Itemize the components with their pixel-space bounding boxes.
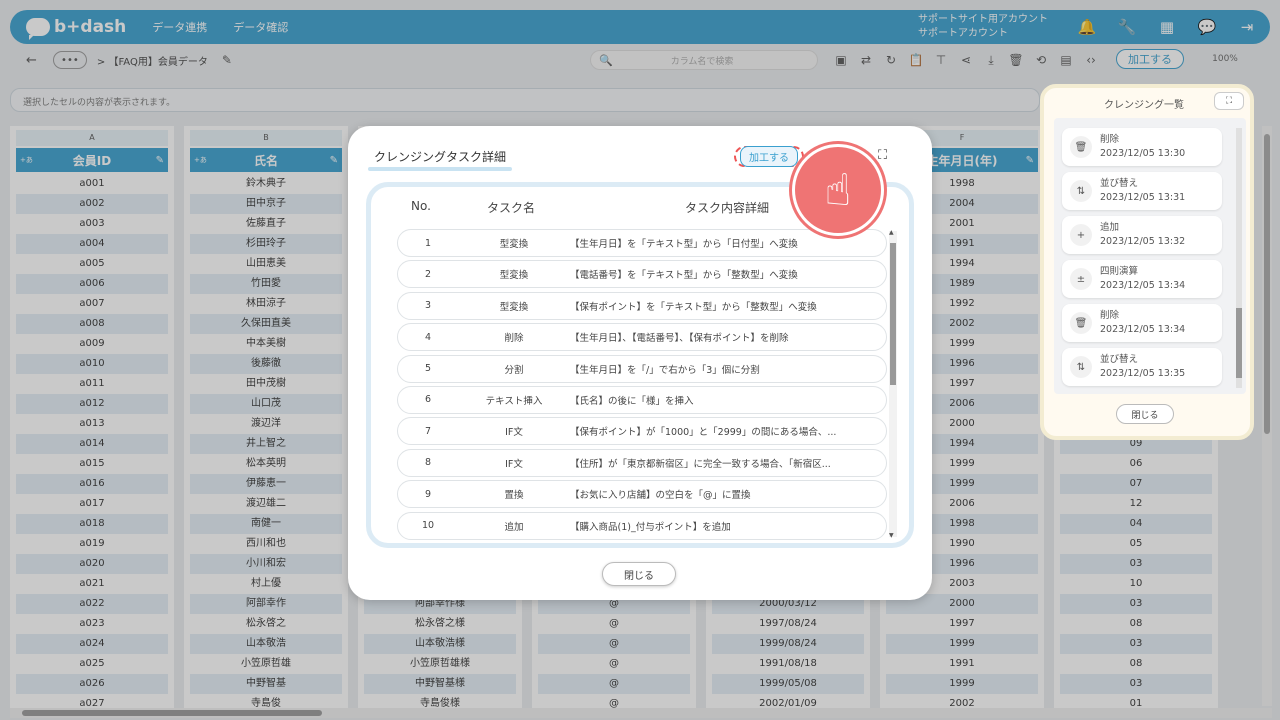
close-button[interactable]: 閉じる xyxy=(602,562,676,586)
task-no: 10 xyxy=(421,520,435,532)
task-detail: 【購入商品(1)_付与ポイント】を追加 xyxy=(570,521,731,533)
task-detail: 【お気に入り店舗】の空白を「@」に置換 xyxy=(570,490,751,502)
cleansing-name: 並び替え xyxy=(1100,178,1139,189)
task-detail: 【生年月日】、【電話番号】、【保有ポイント】を削除 xyxy=(570,333,789,345)
modal-process-label: 加工する xyxy=(740,146,798,167)
cleansing-time: 2023/12/05 13:30 xyxy=(1100,148,1186,159)
modal-title: クレンジングタスク詳細 xyxy=(367,150,513,171)
task-no: 4 xyxy=(424,331,432,343)
task-detail: 【氏名】の後に「様」を挿入 xyxy=(570,395,694,407)
task-no: 7 xyxy=(424,425,432,437)
task-detail: 【保有ポイント】が「1000」と「2999」の間にある場合、... xyxy=(570,427,837,439)
cleansing-name: 追加 xyxy=(1100,222,1120,233)
cleansing-card[interactable]: ⇅ 並び替え 2023/12/05 13:35 xyxy=(1062,348,1222,386)
header-task-detail: タスク内容詳細 xyxy=(685,201,770,215)
task-row[interactable]: 1 型変換 【生年月日】を「テキスト型」から「日付型」へ変換 xyxy=(397,229,887,257)
task-row[interactable]: 10 追加 【購入商品(1)_付与ポイント】を追加 xyxy=(397,511,887,540)
plus-icon: + xyxy=(1070,224,1092,246)
expand-icon[interactable]: ⛶ xyxy=(878,148,887,163)
task-name: IF文 xyxy=(505,458,523,470)
sort-icon: ⇅ xyxy=(1070,180,1092,202)
cleansing-time: 2023/12/05 13:34 xyxy=(1100,280,1186,291)
task-no: 2 xyxy=(424,268,432,280)
task-scrollbar[interactable]: ▲ ▼ xyxy=(889,229,897,539)
scroll-thumb[interactable] xyxy=(1236,308,1242,378)
task-detail: 【保有ポイント】を「テキスト型」から「整数型」へ変換 xyxy=(570,301,817,313)
task-name: 追加 xyxy=(504,521,524,533)
cleansing-time: 2023/12/05 13:35 xyxy=(1100,368,1186,379)
arithmetic-icon: ± xyxy=(1070,268,1092,290)
cleansing-card-text: 並び替え 2023/12/05 13:31 xyxy=(1100,177,1185,205)
task-row[interactable]: 8 IF文 【住所】が「東京都新宿区」に完全一致する場合、「新宿区... xyxy=(397,448,887,477)
header-task-name: タスク名 xyxy=(487,201,536,215)
task-row[interactable]: 9 置換 【お気に入り店舗】の空白を「@」に置換 xyxy=(397,480,887,509)
cleansing-name: 並び替え xyxy=(1100,354,1139,365)
trash-icon: 🗑 xyxy=(1070,312,1092,334)
task-row[interactable]: 4 削除 【生年月日】、【電話番号】、【保有ポイント】を削除 xyxy=(397,323,887,352)
cleansing-card-text: 並び替え 2023/12/05 13:35 xyxy=(1100,353,1185,381)
task-row[interactable]: 5 分割 【生年月日】を「/」で右から「3」個に分割 xyxy=(397,354,887,383)
header-no: No. xyxy=(411,199,431,213)
cleansing-name: 四則演算 xyxy=(1100,266,1139,277)
scroll-up-icon[interactable]: ▲ xyxy=(889,229,894,236)
panel-close-button[interactable]: 閉じる xyxy=(1116,404,1174,424)
task-name: 置換 xyxy=(504,490,524,502)
task-detail: 【生年月日】を「/」で右から「3」個に分割 xyxy=(570,364,760,376)
task-no: 3 xyxy=(424,300,432,312)
cleansing-card[interactable]: 🗑 削除 2023/12/05 13:34 xyxy=(1062,304,1222,342)
cleansing-list-panel: クレンジング一覧 ⛶ 🗑 削除 2023/12/05 13:30 ⇅ 並び替え 2023/… xyxy=(1040,84,1254,440)
panel-scrollbar[interactable] xyxy=(1236,128,1242,388)
task-no: 1 xyxy=(424,237,432,249)
cleansing-items: 🗑 削除 2023/12/05 13:30 ⇅ 並び替え 2023/12/05 13:31… xyxy=(1054,118,1246,394)
cleansing-card[interactable]: + 追加 2023/12/05 13:32 xyxy=(1062,216,1222,254)
task-name: 型変換 xyxy=(499,270,529,282)
task-row[interactable]: 3 型変換 【保有ポイント】を「テキスト型」から「整数型」へ変換 xyxy=(397,291,887,320)
task-row[interactable]: 7 IF文 【保有ポイント】が「1000」と「2999」の間にある場合、... xyxy=(397,417,887,446)
task-detail-modal: クレンジングタスク詳細 加工する ⛶ No. タスク名 タスク内容詳細 1 型変換… xyxy=(348,126,932,600)
task-name: IF文 xyxy=(505,427,523,439)
task-name: 分割 xyxy=(504,364,524,376)
task-row[interactable]: 2 型変換 【電話番号】を「テキスト型」から「整数型」へ変換 xyxy=(397,260,887,289)
cleansing-card-text: 四則演算 2023/12/05 13:34 xyxy=(1100,265,1185,293)
scroll-thumb[interactable] xyxy=(890,243,896,385)
task-name: 削除 xyxy=(504,333,524,345)
task-detail: 【生年月日】を「テキスト型」から「日付型」へ変換 xyxy=(570,239,798,250)
cleansing-card[interactable]: ± 四則演算 2023/12/05 13:34 xyxy=(1062,260,1222,298)
sort-icon: ⇅ xyxy=(1070,356,1092,378)
expand-icon[interactable]: ⛶ xyxy=(1214,92,1244,110)
cleansing-time: 2023/12/05 13:34 xyxy=(1100,324,1186,335)
task-detail: 【電話番号】を「テキスト型」から「整数型」へ変換 xyxy=(570,270,798,282)
cleansing-time: 2023/12/05 13:32 xyxy=(1100,236,1186,247)
cleansing-card-text: 追加 2023/12/05 13:32 xyxy=(1100,221,1185,249)
cleansing-name: 削除 xyxy=(1100,134,1120,145)
cleansing-card-text: 削除 2023/12/05 13:34 xyxy=(1100,309,1185,337)
cleansing-card-text: 削除 2023/12/05 13:30 xyxy=(1100,133,1185,161)
task-name: 型変換 xyxy=(499,239,529,250)
cleansing-card[interactable]: ⇅ 並び替え 2023/12/05 13:31 xyxy=(1062,172,1222,210)
task-name: 型変換 xyxy=(499,301,529,313)
cleansing-card[interactable]: 🗑 削除 2023/12/05 13:30 xyxy=(1062,128,1222,166)
task-no: 6 xyxy=(424,394,432,406)
panel-title: クレンジング一覧 xyxy=(1104,100,1184,111)
task-table: No. タスク名 タスク内容詳細 1 型変換 【生年月日】を「テキスト型」から「日付… xyxy=(366,182,914,548)
cleansing-time: 2023/12/05 13:31 xyxy=(1100,192,1186,203)
pointing-hand-icon: ☝ xyxy=(792,144,884,236)
scroll-down-icon[interactable]: ▼ xyxy=(889,532,894,539)
task-no: 8 xyxy=(424,457,432,469)
task-row[interactable]: 6 テキスト挿入 【氏名】の後に「様」を挿入 xyxy=(397,385,887,414)
cleansing-name: 削除 xyxy=(1100,310,1120,321)
task-no: 5 xyxy=(424,363,432,375)
task-no: 9 xyxy=(424,488,432,500)
trash-icon: 🗑 xyxy=(1070,136,1092,158)
task-detail: 【住所】が「東京都新宿区」に完全一致する場合、「新宿区... xyxy=(570,458,831,470)
task-name: テキスト挿入 xyxy=(485,395,543,407)
modal-process-button[interactable]: 加工する xyxy=(734,146,804,167)
task-list: 1 型変換 【生年月日】を「テキスト型」から「日付型」へ変換 2 型変換 【電話番号】を「… xyxy=(397,229,887,541)
